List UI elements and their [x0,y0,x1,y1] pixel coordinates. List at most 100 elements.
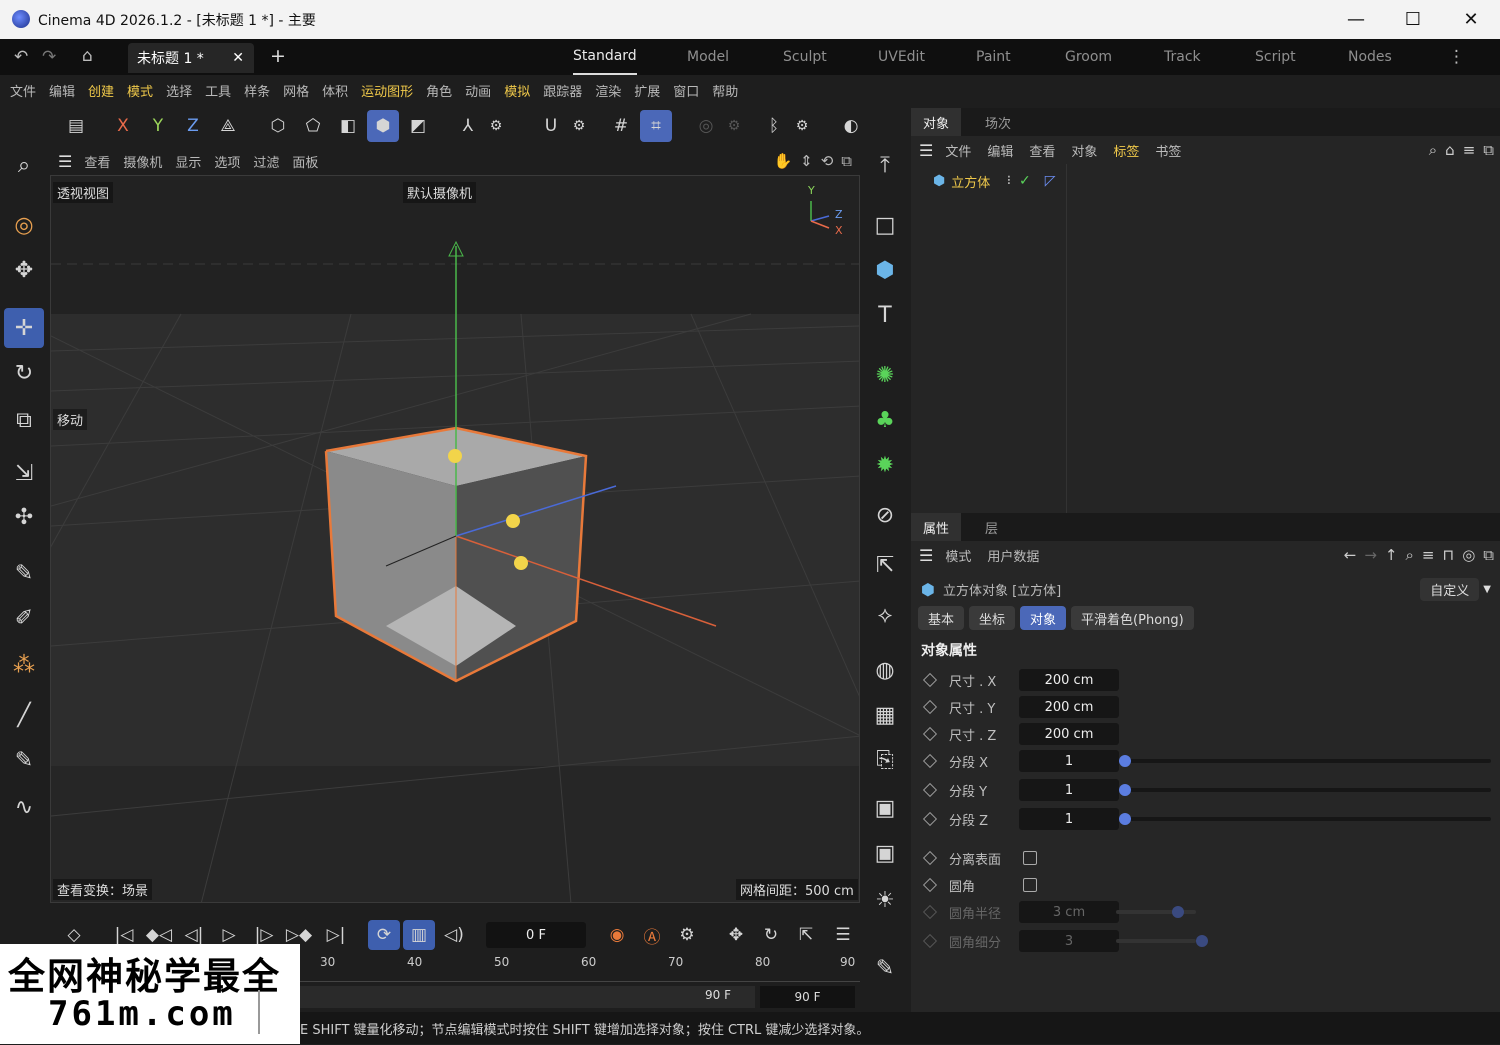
om-menu-file[interactable]: 文件 [945,141,971,160]
key-rotation-icon[interactable]: ↻ [755,920,787,950]
am-menu-userdata[interactable]: 用户数据 [987,546,1039,565]
filter-icon[interactable]: ≡ [1463,141,1476,159]
close-button[interactable]: ✕ [1451,6,1491,32]
scale-tool-icon[interactable]: ⧉ [4,400,44,440]
keyframe-diamond-icon[interactable] [922,811,938,827]
go-to-end-icon[interactable]: ▷| [320,920,352,950]
chevron-down-icon[interactable]: ▼ [1483,584,1491,595]
search-icon[interactable]: ⌕ [1405,546,1413,564]
size-z-field[interactable]: 200 cm [1019,723,1119,745]
polygons-mode-icon[interactable]: ◧ [332,110,364,142]
cloner-icon[interactable]: ♣ [865,400,905,440]
multi-transform-icon[interactable]: ✣ [4,497,44,537]
target-icon[interactable]: ◎ [1462,546,1475,564]
vp-menu-filter[interactable]: 过滤 [253,152,279,171]
keyframe-diamond-icon[interactable] [922,699,938,715]
timeline-ruler[interactable]: 30 40 50 60 70 80 90 [300,952,860,982]
object-name[interactable]: 立方体 [951,172,990,191]
model-mode-icon[interactable]: ⬢ [367,110,399,142]
slider-knob[interactable] [1119,813,1131,825]
more-menu-icon[interactable]: ⋮ [1448,47,1465,67]
layout-tab-sculpt[interactable]: Sculpt [783,39,827,75]
spline-pen-icon[interactable]: ✐ [4,598,44,638]
video-camera-icon[interactable]: ▣ [865,788,905,828]
vp-menu-view[interactable]: 查看 [84,152,110,171]
vp-menu-panel[interactable]: 面板 [292,152,318,171]
live-select-icon[interactable]: ✥ [4,250,44,290]
menu-animate[interactable]: 动画 [465,81,491,100]
vp-menu-options[interactable]: 选项 [214,152,240,171]
key-position-icon[interactable]: ✥ [720,920,752,950]
brush-icon[interactable]: ╱ [4,695,44,735]
autokey-icon[interactable]: Ⓐ [636,920,668,950]
menu-character[interactable]: 角色 [426,81,452,100]
light-icon[interactable]: ☀ [865,880,905,920]
key-scale-icon[interactable]: ⇱ [790,920,822,950]
lock-z-button[interactable]: Z [177,110,209,142]
layout-tab-paint[interactable]: Paint [976,39,1011,75]
redo-icon[interactable]: ↷ [42,47,56,67]
rotate-tool-icon[interactable]: ↻ [4,353,44,393]
preset-dropdown[interactable]: 自定义 [1420,577,1480,601]
segments-x-slider[interactable] [1119,755,1491,767]
segments-z-slider[interactable] [1119,813,1491,825]
range-end-field[interactable]: 90 F [760,986,855,1008]
edit-tag-icon[interactable]: ✎ [865,948,905,988]
stage-camera-icon[interactable]: ▣ [865,833,905,873]
layout-tab-track[interactable]: Track [1164,39,1201,75]
orbit-icon[interactable]: ⟲ [821,152,834,170]
size-x-field[interactable]: 200 cm [1019,669,1119,691]
layout-tab-standard[interactable]: Standard [573,39,637,75]
edges-mode-icon[interactable]: ⬠ [297,110,329,142]
segments-z-field[interactable]: 1 [1019,808,1119,830]
om-menu-view[interactable]: 查看 [1029,141,1055,160]
vp-menu-display[interactable]: 显示 [175,152,201,171]
tab-layers[interactable]: 层 [973,513,1010,541]
render-settings-disabled-icon[interactable]: ⚙ [718,110,750,142]
size-y-field[interactable]: 200 cm [1019,696,1119,718]
slider-knob[interactable] [1119,784,1131,796]
menu-help[interactable]: 帮助 [712,81,738,100]
menu-volume[interactable]: 体积 [322,81,348,100]
spline-deformer-icon[interactable]: ⇱ [865,545,905,585]
segments-y-field[interactable]: 1 [1019,779,1119,801]
subtab-basic[interactable]: 基本 [918,606,965,630]
subtab-object[interactable]: 对象 [1020,606,1067,630]
viewport-camera-label[interactable]: 默认摄像机 [403,182,477,203]
coordinate-system-icon[interactable]: ⟁ [212,110,244,142]
timeline-range-bar[interactable] [300,986,755,1008]
select-tool-icon[interactable]: ◎ [4,205,44,245]
spline-draw-icon[interactable]: ✎ [4,740,44,780]
visibility-toggle-icon[interactable]: ⠇ [1006,174,1015,188]
search-icon[interactable]: ⌕ [4,145,44,185]
points-mode-icon[interactable]: ⬡ [262,110,294,142]
keyframe-diamond-icon[interactable] [922,726,938,742]
minimize-button[interactable]: — [1336,6,1376,32]
menu-simulate[interactable]: 模拟 [504,81,530,100]
up-arrow-icon[interactable]: ↑ [1385,546,1398,564]
keyframe-diamond-icon[interactable] [922,782,938,798]
sound-icon[interactable]: ◁) [438,920,470,950]
menu-spline[interactable]: 样条 [244,81,270,100]
playback-mode-icon[interactable]: ▥ [403,920,435,950]
axis-settings-icon[interactable]: ⚙ [480,110,512,142]
tab-takes[interactable]: 场次 [973,108,1023,136]
keyframe-diamond-icon[interactable] [922,850,938,866]
search-icon[interactable]: ⌕ [1429,141,1437,159]
keyframe-diamond-icon[interactable] [922,753,938,769]
layout-tab-model[interactable]: Model [687,39,729,75]
tab-objects[interactable]: 对象 [911,108,962,136]
back-arrow-icon[interactable]: ← [1344,546,1357,564]
move-tool-icon[interactable]: ✛ [4,308,44,348]
enabled-check-icon[interactable]: ✓ [1019,173,1031,189]
layout-tab-uvedit[interactable]: UVEdit [878,39,925,75]
om-menu-bookmarks[interactable]: 书签 [1155,141,1181,160]
sketch-icon[interactable]: ∿ [4,787,44,827]
dolly-icon[interactable]: ⇕ [800,152,813,170]
menu-file[interactable]: 文件 [10,81,36,100]
maximize-button[interactable]: ☐ [1393,6,1433,32]
menu-select[interactable]: 选择 [166,81,192,100]
camera-icon[interactable]: ⎘ [865,740,905,780]
deformer-icon[interactable]: ⊘ [865,495,905,535]
workplane-icon[interactable]: # [605,110,637,142]
